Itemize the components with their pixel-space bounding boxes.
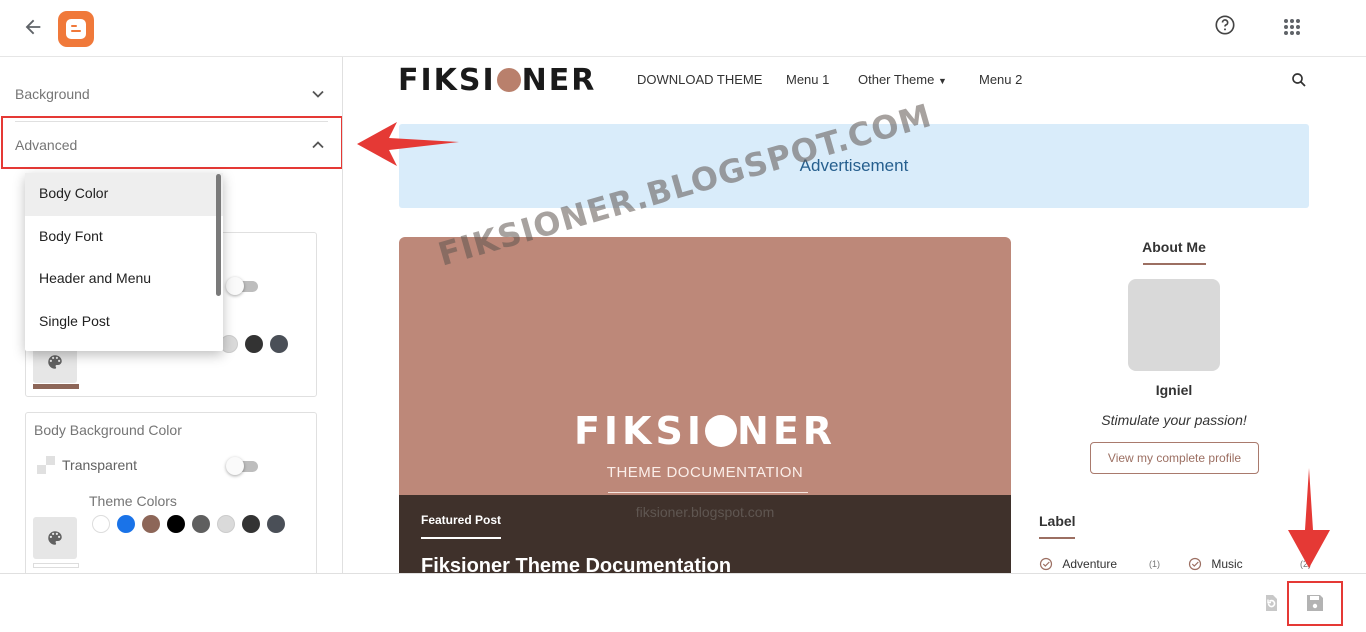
apps-grid-icon[interactable]	[1282, 17, 1302, 37]
theme-colors-label: Theme Colors	[89, 493, 177, 509]
card-title: Body Background Color	[34, 422, 182, 438]
advertisement-banner[interactable]: Advertisement	[399, 124, 1309, 208]
nav-menu-1[interactable]: Menu 1	[786, 72, 829, 87]
label-count: (1)	[1149, 559, 1160, 569]
section-advanced-label: Advanced	[15, 137, 78, 153]
label-underline	[1039, 537, 1075, 539]
site-logo[interactable]: FIKSI NER	[398, 63, 596, 98]
nav-menu-2[interactable]: Menu 2	[979, 72, 1022, 87]
transparent-label: Transparent	[62, 457, 137, 473]
label-name: Adventure	[1062, 557, 1118, 571]
transparent-toggle[interactable]	[226, 456, 262, 476]
color-swatch-blue[interactable]	[117, 515, 135, 533]
custom-color-button[interactable]	[33, 517, 77, 559]
hero-subtitle: THEME DOCUMENTATION	[606, 464, 804, 481]
avatar	[1128, 279, 1220, 371]
featured-post-label: Featured Post	[421, 513, 502, 527]
body-background-color-card: Body Background Color Transparent Theme …	[25, 412, 317, 573]
pencil-logo-icon	[705, 415, 738, 447]
featured-post-title[interactable]: Fiksioner Theme Documentation	[421, 555, 731, 573]
selected-color-bar	[33, 384, 79, 389]
dropdown-item-single-post[interactable]: Single Post	[25, 301, 223, 344]
annotation-arrow-left	[357, 122, 459, 166]
blog-preview: FIKSI NER DOWNLOAD THEME Menu 1 Other The…	[344, 57, 1366, 573]
hero-logo-start: FIKSI	[573, 409, 706, 453]
profile-name: Igniel	[1155, 382, 1193, 398]
top-bar	[0, 0, 1366, 57]
about-me-underline	[1143, 263, 1206, 265]
profile-quote: Stimulate your passion!	[1101, 412, 1247, 428]
chevron-up-icon	[312, 141, 324, 149]
theme-color-swatches	[92, 515, 285, 533]
advertisement-text: Advertisement	[799, 156, 909, 175]
caret-down-icon: ▼	[937, 76, 947, 86]
featured-underline	[421, 537, 501, 539]
hero-logo: FIKSI NER	[399, 409, 1011, 453]
annotation-arrow-down	[1288, 468, 1330, 568]
about-me-title: About Me	[1142, 239, 1206, 255]
theme-color-swatches	[220, 335, 288, 353]
featured-post-hero[interactable]: FIKSI NER THEME DOCUMENTATION fiksioner.b…	[399, 237, 1011, 573]
color-swatch[interactable]	[245, 335, 263, 353]
nav-download-theme[interactable]: DOWNLOAD THEME	[637, 72, 762, 87]
section-background-label: Background	[15, 86, 90, 102]
arrow-left-icon[interactable]	[22, 16, 44, 38]
blogger-logo[interactable]	[58, 11, 94, 47]
label-widget-title: Label	[1039, 513, 1076, 529]
featured-post-panel: fiksioner.blogspot.com Featured Post Fik…	[399, 495, 1011, 573]
nav-other-theme[interactable]: Other Theme ▼	[858, 72, 947, 87]
label-item-music[interactable]: Music (2)	[1188, 557, 1311, 571]
section-background[interactable]: Background	[0, 71, 342, 119]
dropdown-item-header-menu[interactable]: Header and Menu	[25, 258, 223, 301]
advanced-section-dropdown[interactable]: Body Color Body Font Header and Menu Sin…	[25, 173, 223, 351]
bottom-action-bar	[0, 573, 1366, 632]
transparent-icon	[37, 456, 55, 474]
pencil-logo-icon	[496, 68, 521, 92]
dropdown-scrollbar[interactable]	[216, 174, 221, 296]
dropdown-item-body-font[interactable]: Body Font	[25, 216, 223, 259]
palette-icon	[48, 531, 62, 545]
color-swatch-gray[interactable]	[192, 515, 210, 533]
label-name: Music	[1211, 557, 1243, 571]
search-icon[interactable]	[1290, 71, 1308, 89]
check-circle-icon	[1188, 557, 1202, 571]
color-swatch-brown[interactable]	[142, 515, 160, 533]
site-logo-text: FIKSI	[398, 63, 496, 98]
save-icon[interactable]	[1305, 593, 1325, 613]
revert-icon[interactable]	[1262, 594, 1280, 612]
help-circle-icon[interactable]	[1214, 14, 1236, 36]
palette-icon	[48, 355, 62, 369]
color-swatch-light-gray[interactable]	[217, 515, 235, 533]
hero-logo-end: NER	[737, 409, 837, 453]
label-item-adventure[interactable]: Adventure (1)	[1039, 557, 1160, 571]
color-swatch-white[interactable]	[92, 515, 110, 533]
color-swatch-black[interactable]	[167, 515, 185, 533]
color-swatch-dark-gray[interactable]	[242, 515, 260, 533]
dropdown-item-body-color[interactable]: Body Color	[25, 173, 223, 216]
check-circle-icon	[1039, 557, 1053, 571]
selected-color-bar	[33, 563, 79, 568]
nav-other-theme-label: Other Theme	[858, 72, 935, 87]
section-advanced[interactable]: Advanced	[0, 122, 342, 170]
site-logo-text-end: NER	[521, 63, 597, 98]
hero-divider	[608, 492, 808, 493]
color-swatch-slate[interactable]	[267, 515, 285, 533]
color-swatch[interactable]	[270, 335, 288, 353]
view-profile-button[interactable]: View my complete profile	[1090, 442, 1259, 474]
toggle-switch[interactable]	[226, 276, 262, 296]
chevron-down-icon	[312, 90, 324, 98]
